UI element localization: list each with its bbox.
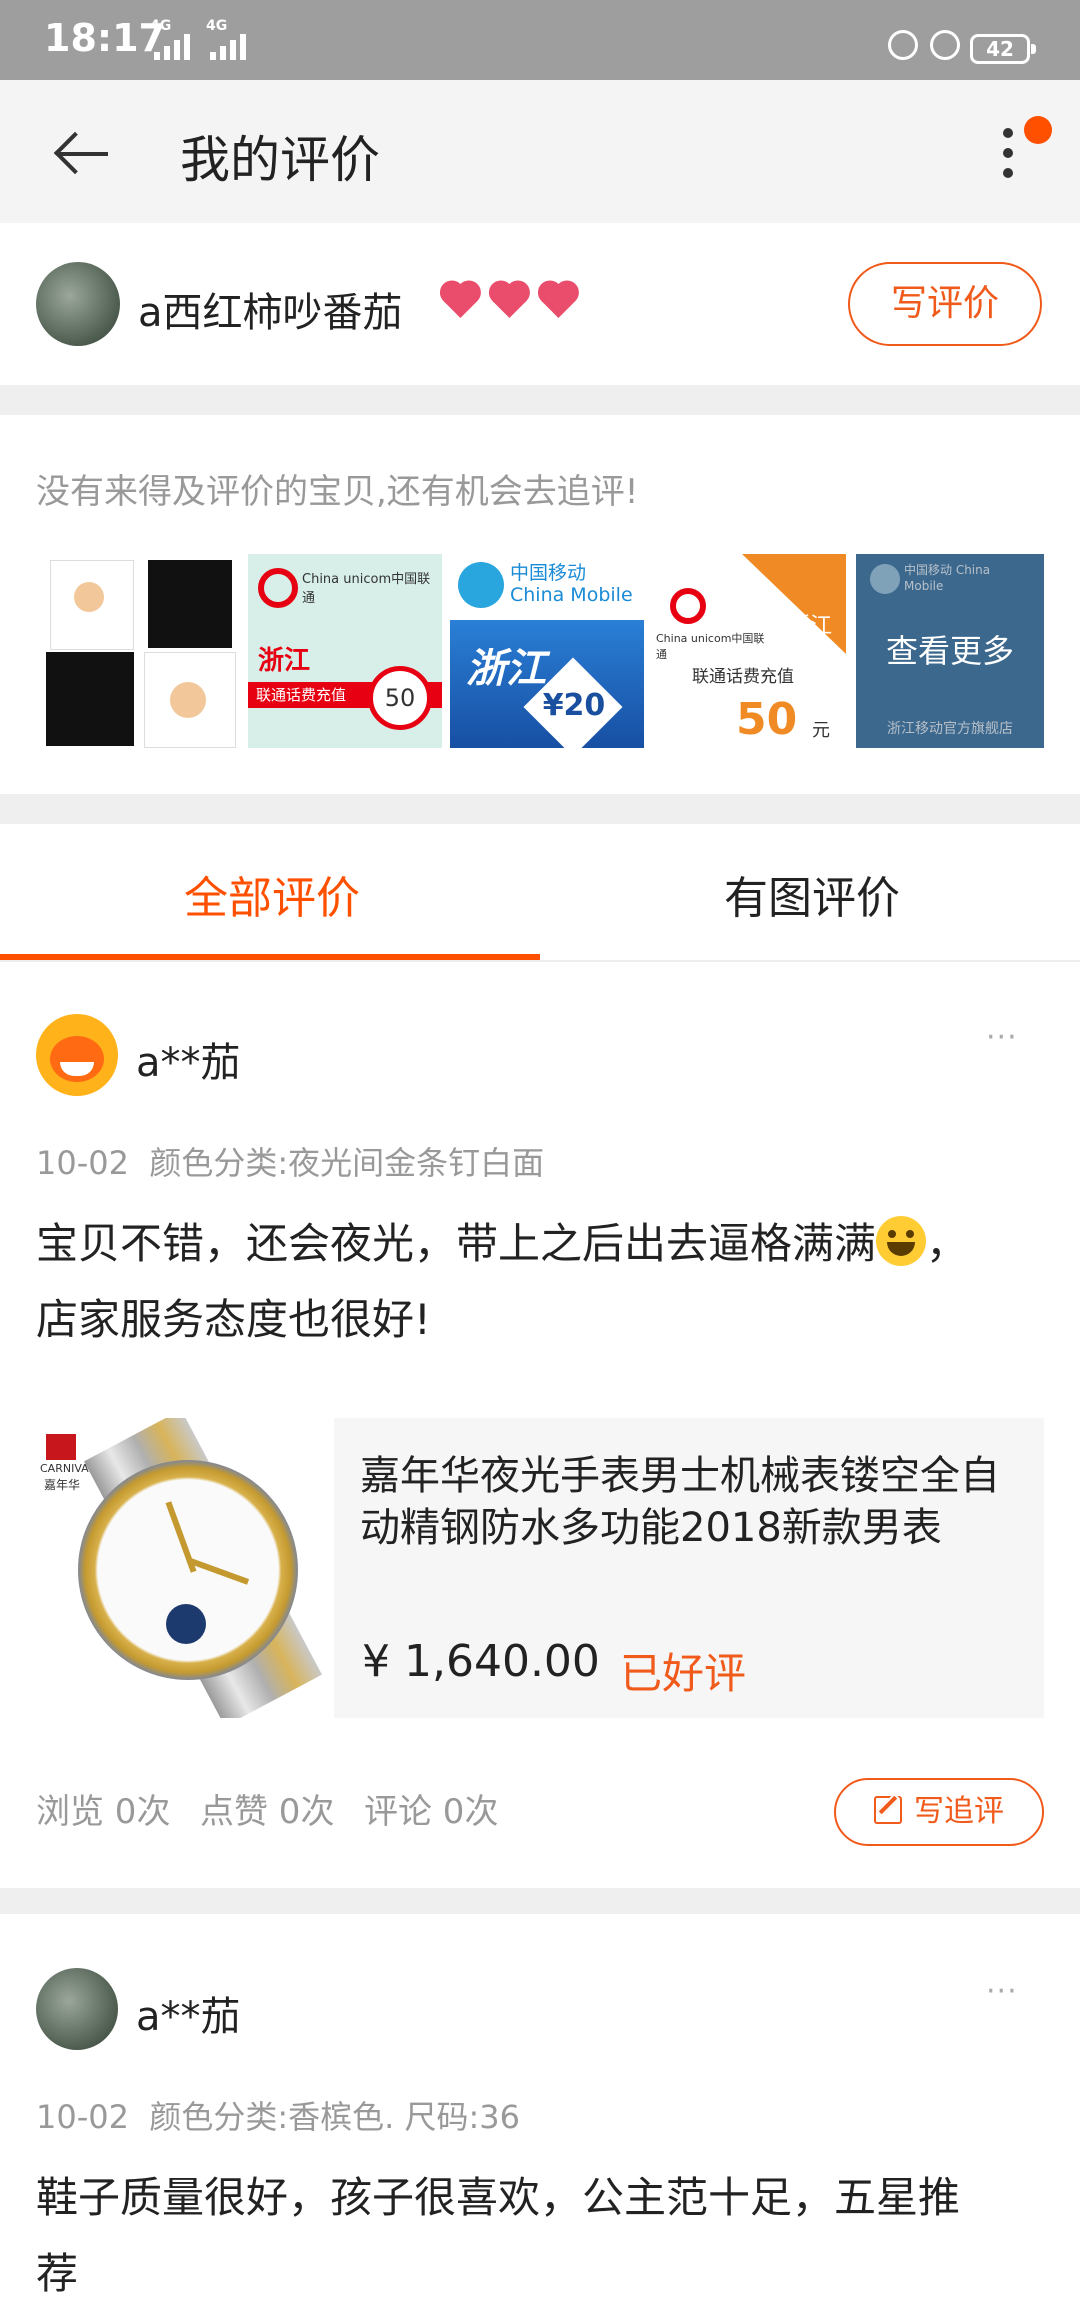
carnival-logo-icon <box>46 1434 76 1460</box>
section-divider <box>0 1888 1080 1914</box>
mobile-brand: 中国移动 China Mobile <box>510 562 633 606</box>
product-image-watch[interactable]: CARNIVAL 嘉年华 <box>38 1418 334 1718</box>
tab-photo-reviews[interactable]: 有图评价 <box>724 862 900 926</box>
pending-item-unicom-50[interactable]: China unicom中国联通 浙江 联通话费充值 50 <box>248 554 442 748</box>
recharge-caption: 联通话费充值 <box>692 667 794 687</box>
region-label: 浙江 <box>466 646 546 692</box>
write-review-button[interactable]: 写评价 <box>848 262 1042 346</box>
see-more-overlay[interactable]: 查看更多 <box>856 554 1044 748</box>
review-text-line: 宝贝不错，还会夜光，带上之后出去逼格满满 <box>36 1219 877 1268</box>
edit-icon <box>874 1796 902 1824</box>
review-date: 10-02 <box>36 1144 129 1182</box>
heart-icon <box>481 274 535 328</box>
cartoon-print <box>170 682 206 718</box>
heart-icon <box>530 274 585 328</box>
user-avatar[interactable] <box>36 262 120 346</box>
review-text-line: 鞋子质量很好，孩子很喜欢，公主范十足，五星推 <box>36 2173 961 2222</box>
pending-item-tshirts[interactable] <box>44 554 238 748</box>
cartoon-print <box>74 582 104 612</box>
unicom-logo-icon <box>258 568 298 608</box>
credit-hearts <box>434 275 585 324</box>
unicom-logo-icon <box>670 588 706 624</box>
view-count: 浏览 0次 <box>36 1792 171 1832</box>
review-meta: 10-02 颜色分类:夜光间金条钉白面 <box>36 1138 544 1184</box>
region-label: 浙江 <box>788 614 833 639</box>
china-mobile-logo-icon <box>458 562 504 608</box>
review-text: 鞋子质量很好，孩子很喜欢，公主范十足，五星推 荐 <box>36 2160 1046 2312</box>
grinning-emoji-icon <box>876 1216 927 1266</box>
lock-rotation-icon <box>888 30 918 60</box>
follow-up-label: 写追评 <box>914 1794 1004 1829</box>
review-text-punct: ， <box>926 1219 969 1268</box>
review-spec: 颜色分类:香槟色. 尺码:36 <box>149 2098 520 2136</box>
user-name: a西红柿吵番茄 <box>138 290 403 336</box>
brand-cn: 嘉年华 <box>44 1478 81 1492</box>
unicom-brand: China unicom中国联通 <box>656 632 765 661</box>
review-date: 10-02 <box>36 2098 129 2136</box>
pending-item-unicom-50b[interactable]: 浙江 China unicom中国联通 联通话费充值 50 元 <box>652 554 846 748</box>
status-time: 18:17 <box>44 16 165 60</box>
review-text-line: 荐 <box>36 2249 79 2298</box>
section-divider <box>0 794 1080 824</box>
reviewer-name: a**茄 <box>136 1994 241 2040</box>
reviewer-avatar[interactable] <box>36 1968 118 2050</box>
signal-icon-2: 4G <box>206 18 256 62</box>
reviewer-avatar[interactable] <box>36 1014 118 1096</box>
more-options-icon[interactable]: ··· <box>986 1974 1018 2009</box>
review-text-line: 店家服务态度也很好! <box>36 1295 431 1344</box>
product-price: ¥ 1,640.00 <box>362 1636 600 1687</box>
review-spec: 颜色分类:夜光间金条钉白面 <box>149 1144 545 1182</box>
amount-unit: 元 <box>812 720 830 741</box>
region-label: 浙江 <box>258 646 311 676</box>
page-title: 我的评价 <box>180 131 380 189</box>
notification-dot <box>1024 116 1052 144</box>
pending-item-mobile-20[interactable]: 中国移动 China Mobile 浙江 ¥20 <box>450 554 644 748</box>
tshirt-black <box>148 560 232 648</box>
more-vertical-icon[interactable] <box>1000 120 1016 186</box>
alarm-icon <box>930 30 960 60</box>
moon-phase-dial <box>166 1604 206 1644</box>
section-divider <box>0 385 1080 415</box>
tab-divider <box>0 960 1080 962</box>
amount-label: ¥20 <box>542 688 606 723</box>
heart-icon <box>432 274 486 328</box>
pending-hint: 没有来得及评价的宝贝,还有机会去追评! <box>36 472 639 512</box>
follow-up-review-button[interactable]: 写追评 <box>834 1778 1044 1846</box>
product-title: 嘉年华夜光手表男士机械表镂空全自动精钢防水多功能2018新款男表 <box>360 1453 1000 1551</box>
like-count[interactable]: 点赞 0次 <box>200 1784 334 1833</box>
watch-face <box>78 1460 298 1680</box>
tshirt-black <box>46 652 134 746</box>
unicom-brand: China unicom中国联通 <box>302 572 431 606</box>
more-options-icon[interactable]: ··· <box>986 1020 1018 1055</box>
status-bar: 18:17 4G 4G 42 <box>0 0 1080 80</box>
review-meta: 10-02 颜色分类:香槟色. 尺码:36 <box>36 2092 520 2138</box>
recharge-caption: 联通话费充值 <box>256 686 347 704</box>
battery-icon: 42 <box>970 34 1036 64</box>
comment-count[interactable]: 评论 0次 <box>364 1784 498 1833</box>
review-status: 已好评 <box>620 1649 747 1698</box>
signal-icon: 4G <box>150 18 200 62</box>
back-arrow-icon[interactable] <box>53 131 108 176</box>
tab-all-reviews[interactable]: 全部评价 <box>184 862 360 926</box>
nav-bar <box>0 80 1080 223</box>
review-text: 宝贝不错，还会夜光，带上之后出去逼格满满 ， 店家服务态度也很好! <box>36 1206 1046 1358</box>
amount-badge: 50 <box>368 666 432 730</box>
reviewer-name: a**茄 <box>136 1040 241 1086</box>
amount-label: 50 <box>736 694 798 745</box>
pending-item-mobile-store[interactable]: 中国移动 China Mobile 浙江移动官方旗舰店 查看更多 <box>856 554 1044 748</box>
